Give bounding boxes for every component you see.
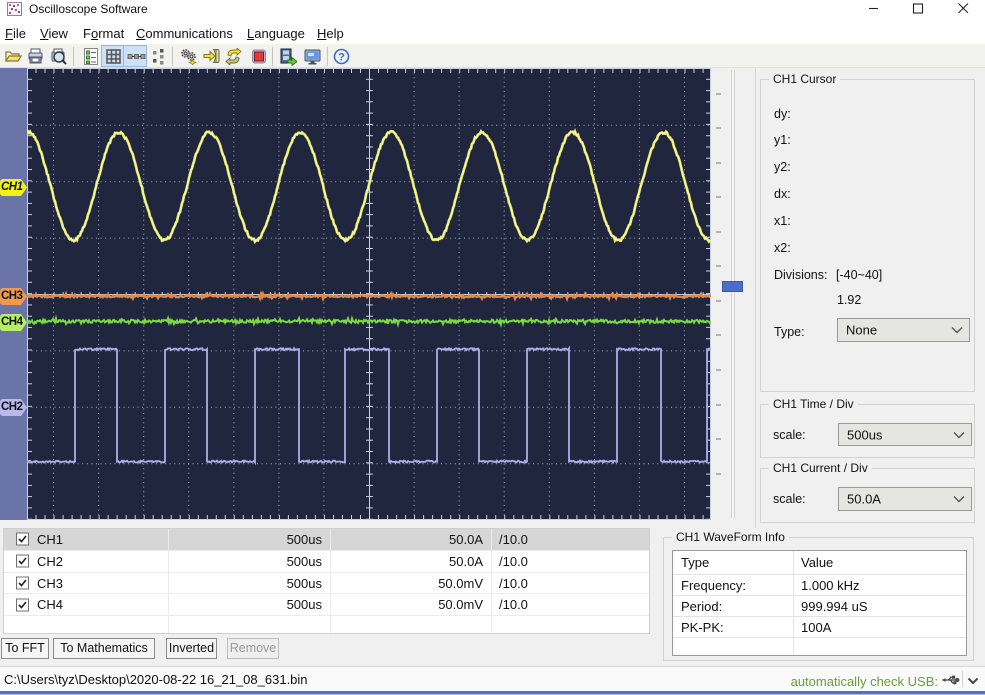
svg-text:?: ? [338, 51, 345, 63]
